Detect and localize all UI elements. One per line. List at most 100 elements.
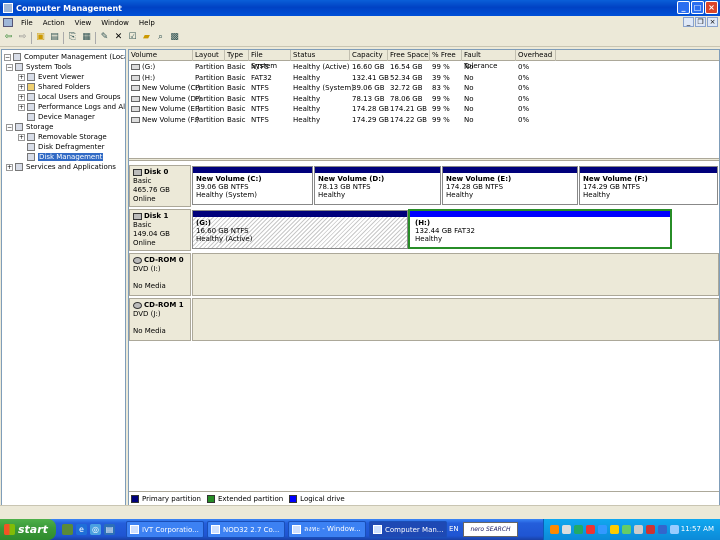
console-tree[interactable]: − Computer Management (Local) − System Too… — [1, 49, 126, 519]
disk0-label[interactable]: Disk 0 Basic 465.76 GB Online — [129, 165, 191, 207]
partition-f[interactable]: New Volume (F:) 174.29 GB NTFS Healthy — [579, 166, 718, 205]
title-bar[interactable]: Computer Management _ □ × — [0, 0, 720, 16]
menu-window[interactable]: Window — [96, 19, 134, 27]
maximize-button[interactable]: □ — [691, 1, 704, 14]
menu-help[interactable]: Help — [134, 19, 160, 27]
tree-item-shared-folders[interactable]: + Shared Folders — [18, 82, 90, 92]
disk1-label[interactable]: Disk 1 Basic 149.04 GB Online — [129, 209, 191, 251]
tray-icon[interactable] — [586, 525, 595, 534]
language-indicator[interactable]: EN — [449, 525, 459, 533]
show-hide-tree-icon[interactable]: ▤ — [49, 32, 60, 43]
quicklaunch-desktop-icon[interactable] — [62, 524, 73, 535]
mdi-minimize-button[interactable]: _ — [683, 17, 694, 27]
tree-item-removable-storage[interactable]: + Removable Storage — [18, 132, 107, 142]
properties-icon[interactable]: ⎘ — [67, 32, 78, 43]
tray-icon[interactable] — [622, 525, 631, 534]
nero-search-box[interactable]: nero SEARCH — [463, 522, 518, 537]
partition-c[interactable]: New Volume (C:) 39.06 GB NTFS Healthy (Sys… — [192, 166, 313, 205]
taskbar-computer-management[interactable]: Computer Man... — [369, 521, 447, 538]
device-manager-icon — [27, 113, 35, 121]
forward-icon[interactable]: ⇨ — [17, 32, 28, 43]
back-icon[interactable]: ⇦ — [3, 32, 14, 43]
export-icon[interactable]: ✎ — [99, 32, 110, 43]
horizontal-splitter[interactable] — [129, 158, 719, 161]
legend: Primary partition Extended partition Log… — [129, 491, 719, 505]
status-bar — [0, 505, 720, 519]
delete-icon[interactable]: ✕ — [113, 32, 124, 43]
tray-icon[interactable] — [646, 525, 655, 534]
cdrom1-label[interactable]: CD-ROM 1 DVD (J:) No Media — [129, 298, 191, 341]
col-file-system[interactable]: File System — [249, 50, 291, 70]
cdrom0-label[interactable]: CD-ROM 0 DVD (I:) No Media — [129, 253, 191, 296]
volume-icon[interactable] — [670, 525, 679, 534]
tree-item-system-tools[interactable]: − System Tools — [6, 62, 72, 72]
tree-item-disk-defragmenter[interactable]: Disk Defragmenter — [27, 142, 105, 152]
tree-item-local-users[interactable]: + Local Users and Groups — [18, 92, 121, 102]
col-status[interactable]: Status — [291, 50, 350, 61]
col-type[interactable]: Type — [225, 50, 249, 61]
quicklaunch-ie-icon[interactable]: e — [76, 524, 87, 535]
volume-row[interactable]: New Volume (F:) Partition Basic NTFS Healthy… — [129, 115, 719, 126]
tree-item-storage[interactable]: − Storage — [6, 122, 53, 132]
cdrom1-area[interactable] — [192, 298, 719, 341]
tray-icon[interactable] — [574, 525, 583, 534]
properties2-icon[interactable]: ☑ — [127, 32, 138, 43]
tray-icon[interactable] — [658, 525, 667, 534]
tree-item-services[interactable]: + Services and Applications — [6, 162, 116, 172]
tree-item-device-manager[interactable]: Device Manager — [27, 112, 95, 122]
cell-percent-free: 99 % — [432, 105, 450, 113]
system-menu-icon[interactable] — [3, 18, 13, 27]
col-overhead[interactable]: Overhead — [516, 50, 556, 61]
removable-storage-icon — [27, 133, 35, 141]
volume-row[interactable]: (G:) Partition Basic NTFS Healthy (Active) 16… — [129, 62, 719, 73]
col-capacity[interactable]: Capacity — [350, 50, 388, 61]
mdi-restore-button[interactable]: ❐ — [695, 17, 706, 27]
quicklaunch-media-icon[interactable]: ◎ — [90, 524, 101, 535]
volume-row[interactable]: New Volume (D:) Partition Basic NTFS Healthy… — [129, 94, 719, 105]
menu-view[interactable]: View — [70, 19, 97, 27]
cell-layout: Partition — [195, 115, 225, 124]
menu-action[interactable]: Action — [38, 19, 70, 27]
help-icon[interactable]: ▦ — [81, 32, 92, 43]
col-percent-free[interactable]: % Free — [430, 50, 462, 61]
tray-icon[interactable] — [610, 525, 619, 534]
cdrom0-area[interactable] — [192, 253, 719, 296]
tree-item-event-viewer[interactable]: + Event Viewer — [18, 72, 84, 82]
tray-icon[interactable] — [550, 525, 559, 534]
taskbar-window[interactable]: ลงทะ - Window... — [288, 521, 366, 538]
volume-row[interactable]: New Volume (C:) Partition Basic NTFS Healthy… — [129, 83, 719, 94]
up-icon[interactable]: ▣ — [35, 32, 46, 43]
legend-primary: Primary partition — [131, 494, 201, 503]
cell-status: Healthy (System) — [293, 84, 354, 92]
col-layout[interactable]: Layout — [193, 50, 225, 61]
refresh-icon[interactable]: ▩ — [169, 32, 180, 43]
mdi-close-button[interactable]: × — [707, 17, 718, 27]
open-icon[interactable]: ▰ — [141, 32, 152, 43]
search-icon[interactable]: ⌕ — [155, 32, 166, 43]
volume-row[interactable]: (H:) Partition Basic FAT32 Healthy 132.41 GB 5… — [129, 73, 719, 84]
tree-item-root[interactable]: − Computer Management (Local) — [4, 52, 125, 62]
partition-h[interactable]: (H:) 132.44 GB FAT32 Healthy — [408, 209, 672, 249]
tree-item-disk-management[interactable]: Disk Management — [27, 152, 104, 162]
partition-g[interactable]: (G:) 16.60 GB NTFS Healthy (Active) — [192, 210, 408, 249]
tray-icon[interactable] — [562, 525, 571, 534]
partition-d[interactable]: New Volume (D:) 78.13 GB NTFS Healthy — [314, 166, 441, 205]
minimize-button[interactable]: _ — [677, 1, 690, 14]
clock[interactable]: 11:57 AM — [681, 525, 714, 533]
partition-e[interactable]: New Volume (E:) 174.28 GB NTFS Healthy — [442, 166, 578, 205]
close-button[interactable]: × — [705, 1, 718, 14]
col-free-space[interactable]: Free Space — [388, 50, 430, 61]
col-fault-tolerance[interactable]: Fault Tolerance — [462, 50, 516, 70]
tree-item-performance-logs[interactable]: +Performance Logs and Alerts — [18, 102, 125, 112]
menu-file[interactable]: File — [16, 19, 38, 27]
tray-icon[interactable] — [634, 525, 643, 534]
shared-folder-icon — [27, 83, 35, 91]
quicklaunch-folder-icon[interactable]: ▤ — [104, 524, 115, 535]
volume-row[interactable]: New Volume (E:) Partition Basic NTFS Healthy… — [129, 104, 719, 115]
tray-icon[interactable] — [598, 525, 607, 534]
performance-icon — [27, 103, 35, 111]
start-button[interactable]: start — [0, 519, 56, 540]
col-volume[interactable]: Volume — [129, 50, 193, 61]
taskbar-ivt[interactable]: IVT Corporatio... — [126, 521, 204, 538]
taskbar-nod32[interactable]: NOD32 2.7 Co... — [207, 521, 285, 538]
